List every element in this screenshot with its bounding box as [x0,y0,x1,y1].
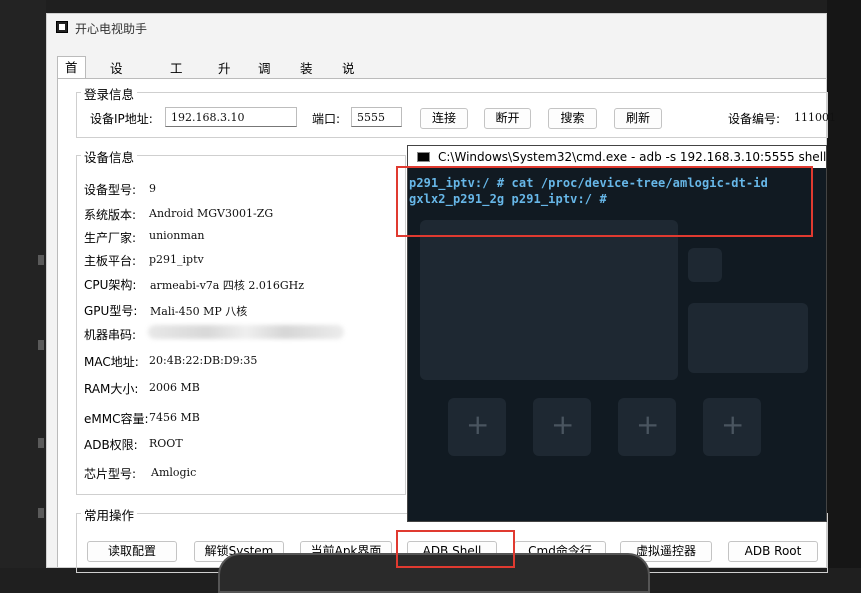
cmd-terminal-icon [417,152,430,162]
operations-group-title: 常用操作 [81,505,138,524]
background-plus-icon: + [466,408,490,441]
tab-debug[interactable]: 调试 [255,60,274,94]
serial-label: 机器串码: [84,328,137,342]
background-mark [38,255,44,265]
background-launcher-tile [688,303,808,373]
read-config-button[interactable]: 读取配置 [87,541,177,562]
background-launcher-tile [688,248,722,282]
system-version-value: Android MGV3001-ZG [149,207,274,220]
device-no-value: 111001 [794,111,836,124]
background-plus-icon: + [636,408,660,441]
ip-input[interactable]: 192.168.3.10 [165,107,297,127]
tab-device-management[interactable]: 设备管理 [107,60,126,130]
cmd-titlebar[interactable]: C:\Windows\System32\cmd.exe - adb -s 192… [408,146,826,169]
device-no-label: 设备编号: [728,112,781,126]
background-launcher-tile [420,220,678,380]
background-overlay-shape [218,553,650,593]
serial-redacted-value [148,325,344,339]
tab-help[interactable]: 说明 [339,60,358,94]
cmd-title: C:\Windows\System32\cmd.exe - adb -s 192… [438,150,827,164]
system-version-label: 系统版本: [84,208,137,222]
gpu-model-value: Mali-450 MP 八核 [150,305,248,318]
app-tv-icon [56,21,68,33]
mac-value: 20:4B:22:DB:D9:35 [149,354,258,367]
search-button[interactable]: 搜索 [548,108,597,129]
refresh-button[interactable]: 刷新 [614,108,662,129]
adb-permission-value: ROOT [149,437,183,450]
cmd-console[interactable]: + + + + p291_iptv:/ # cat /proc/device-t… [408,168,826,521]
connect-button[interactable]: 连接 [420,108,468,129]
board-platform-label: 主板平台: [84,254,137,268]
cmd-window[interactable]: C:\Windows\System32\cmd.exe - adb -s 192… [407,145,827,522]
ip-label: 设备IP地址: [90,112,153,126]
manufacturer-label: 生产厂家: [84,231,137,245]
chip-model-value: Amlogic [151,466,197,479]
adb-permission-label: ADB权限: [84,438,138,452]
background-plus-icon: + [551,408,575,441]
device-model-value: 9 [149,182,156,195]
device-info-group-title: 设备信息 [81,147,138,166]
port-label: 端口: [312,112,341,126]
port-input[interactable]: 5555 [351,107,402,127]
ram-label: RAM大小: [84,382,139,396]
background-plus-icon: + [721,408,745,441]
cpu-arch-value: armeabi-v7a 四核 2.016GHz [150,279,305,292]
background-mark [38,508,44,518]
tab-home[interactable]: 首页 [57,56,86,97]
app-titlebar[interactable]: 开心电视助手 [47,14,826,42]
disconnect-button[interactable]: 断开 [484,108,531,129]
gpu-model-label: GPU型号: [84,304,138,318]
emmc-value: 7456 MB [149,411,200,424]
console-line: gxlx2_p291_2g p291_iptv:/ # [409,192,607,206]
console-line: p291_iptv:/ # cat /proc/device-tree/amlo… [409,176,768,190]
mac-label: MAC地址: [84,355,139,369]
chip-model-label: 芯片型号: [84,467,137,481]
ram-value: 2006 MB [149,381,200,394]
tab-toolbox[interactable]: 工具箱 [167,60,186,112]
background-mark [38,340,44,350]
board-platform-value: p291_iptv [149,253,204,266]
background-desktop-right [827,0,861,568]
background-mark [38,438,44,448]
tab-install[interactable]: 装机 [297,60,316,94]
adb-root-button[interactable]: ADB Root [728,541,818,562]
manufacturer-value: unionman [149,229,205,242]
app-title: 开心电视助手 [75,22,148,36]
cpu-arch-label: CPU架构: [84,278,137,292]
device-model-label: 设备型号: [84,183,137,197]
tab-upgrade[interactable]: 升级 [215,60,234,94]
emmc-label: eMMC容量: [84,412,149,426]
background-desktop-left [0,0,46,568]
login-group-title: 登录信息 [81,84,138,103]
